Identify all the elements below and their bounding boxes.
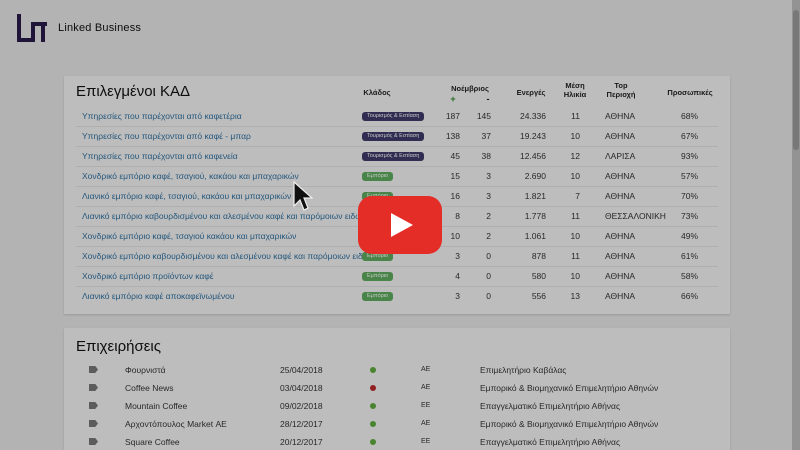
play-icon [391, 213, 413, 237]
play-button[interactable] [358, 196, 442, 254]
cursor-icon [292, 180, 316, 219]
